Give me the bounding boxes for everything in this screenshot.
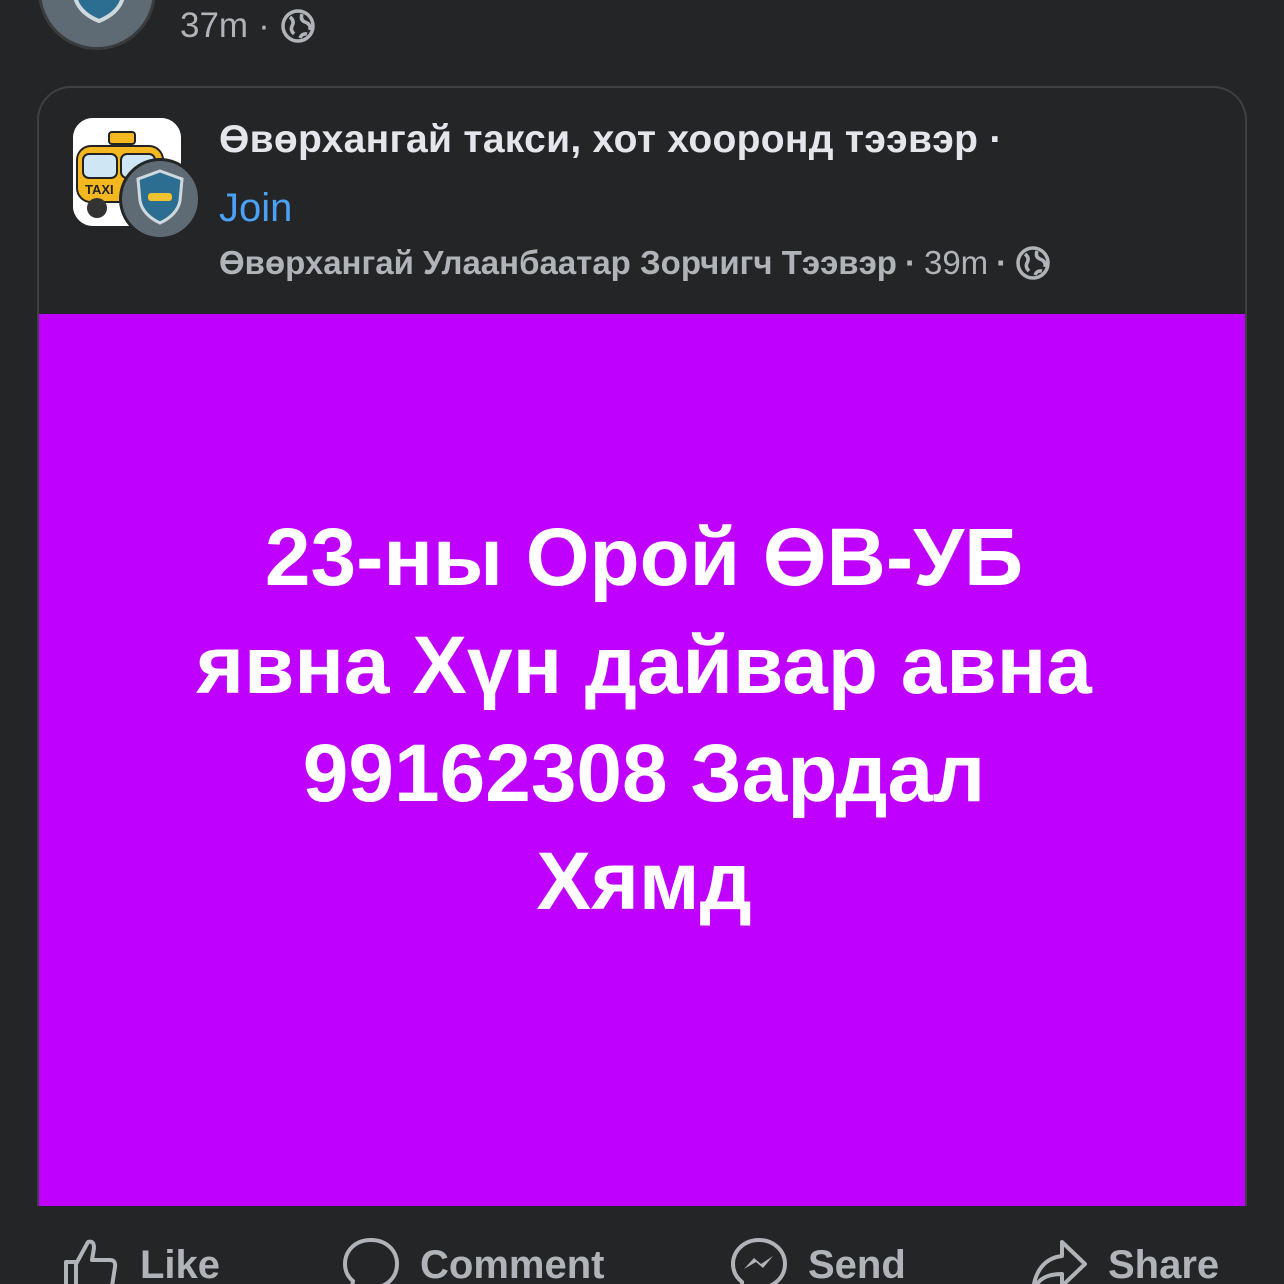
comment-label: Comment (420, 1242, 605, 1284)
thumbs-up-icon (64, 1239, 118, 1284)
messenger-icon (730, 1237, 788, 1284)
shield-logo-icon (73, 0, 125, 23)
shield-logo-icon (136, 169, 184, 225)
banner-line: 23-ны Орой ӨВ-УБ (264, 512, 1024, 603)
banner-line: Хямд (536, 836, 752, 927)
like-label: Like (140, 1242, 221, 1284)
text-post-banner[interactable]: 23-ны Орой ӨВ-УБ явна Хүн дайвар авна 99… (39, 314, 1245, 1206)
svg-text:TAXI: TAXI (85, 182, 114, 197)
banner-line: явна Хүн дайвар авна (196, 620, 1092, 711)
post-time[interactable]: 37m (180, 6, 248, 46)
share-label: Share (1108, 1242, 1220, 1284)
meta-separator: · (996, 244, 1008, 281)
title-separator: · (989, 118, 1003, 161)
meta-separator: · (258, 6, 270, 45)
post-meta: 37m · (180, 4, 316, 48)
globe-icon (1016, 246, 1050, 280)
shared-post-meta: Өвөрхангай Улаанбаатар Зорчигч Тээвэр · … (219, 244, 1051, 282)
join-button[interactable]: Join (219, 186, 292, 231)
meta-separator: · (904, 244, 916, 281)
share-button[interactable]: Share (1030, 1236, 1219, 1284)
group-name-text[interactable]: Өвөрхангай такси, хот хооронд тээвэр (219, 118, 978, 161)
globe-icon (281, 9, 315, 43)
page-avatar[interactable] (38, 0, 156, 50)
like-button[interactable]: Like (62, 1236, 220, 1284)
shared-post-card[interactable]: TAXI Өвөрхангай такси, хот хооронд тээвэ… (37, 86, 1247, 1206)
share-arrow-icon (1031, 1240, 1087, 1284)
comment-button[interactable]: Comment (342, 1236, 604, 1284)
shared-post-time[interactable]: 39m (924, 244, 988, 282)
banner-line: 99162308 Зардал (302, 728, 986, 819)
speech-bubble-icon (342, 1237, 400, 1284)
group-name[interactable]: Өвөрхангай такси, хот хооронд тээвэр · (219, 118, 1003, 162)
send-button[interactable]: Send (730, 1236, 906, 1284)
banner-text: 23-ны Орой ӨВ-УБ явна Хүн дайвар авна 99… (114, 504, 1174, 936)
action-bar: Like Comment Send Share (0, 1226, 1284, 1284)
send-label: Send (808, 1242, 906, 1284)
author-name[interactable]: Өвөрхангай Улаанбаатар Зорчигч Тээвэр (219, 244, 897, 282)
author-avatar[interactable] (119, 158, 201, 240)
feed-post: 37m · TAXI Өвөрхангай такси, хот хооронд… (0, 0, 1284, 1284)
